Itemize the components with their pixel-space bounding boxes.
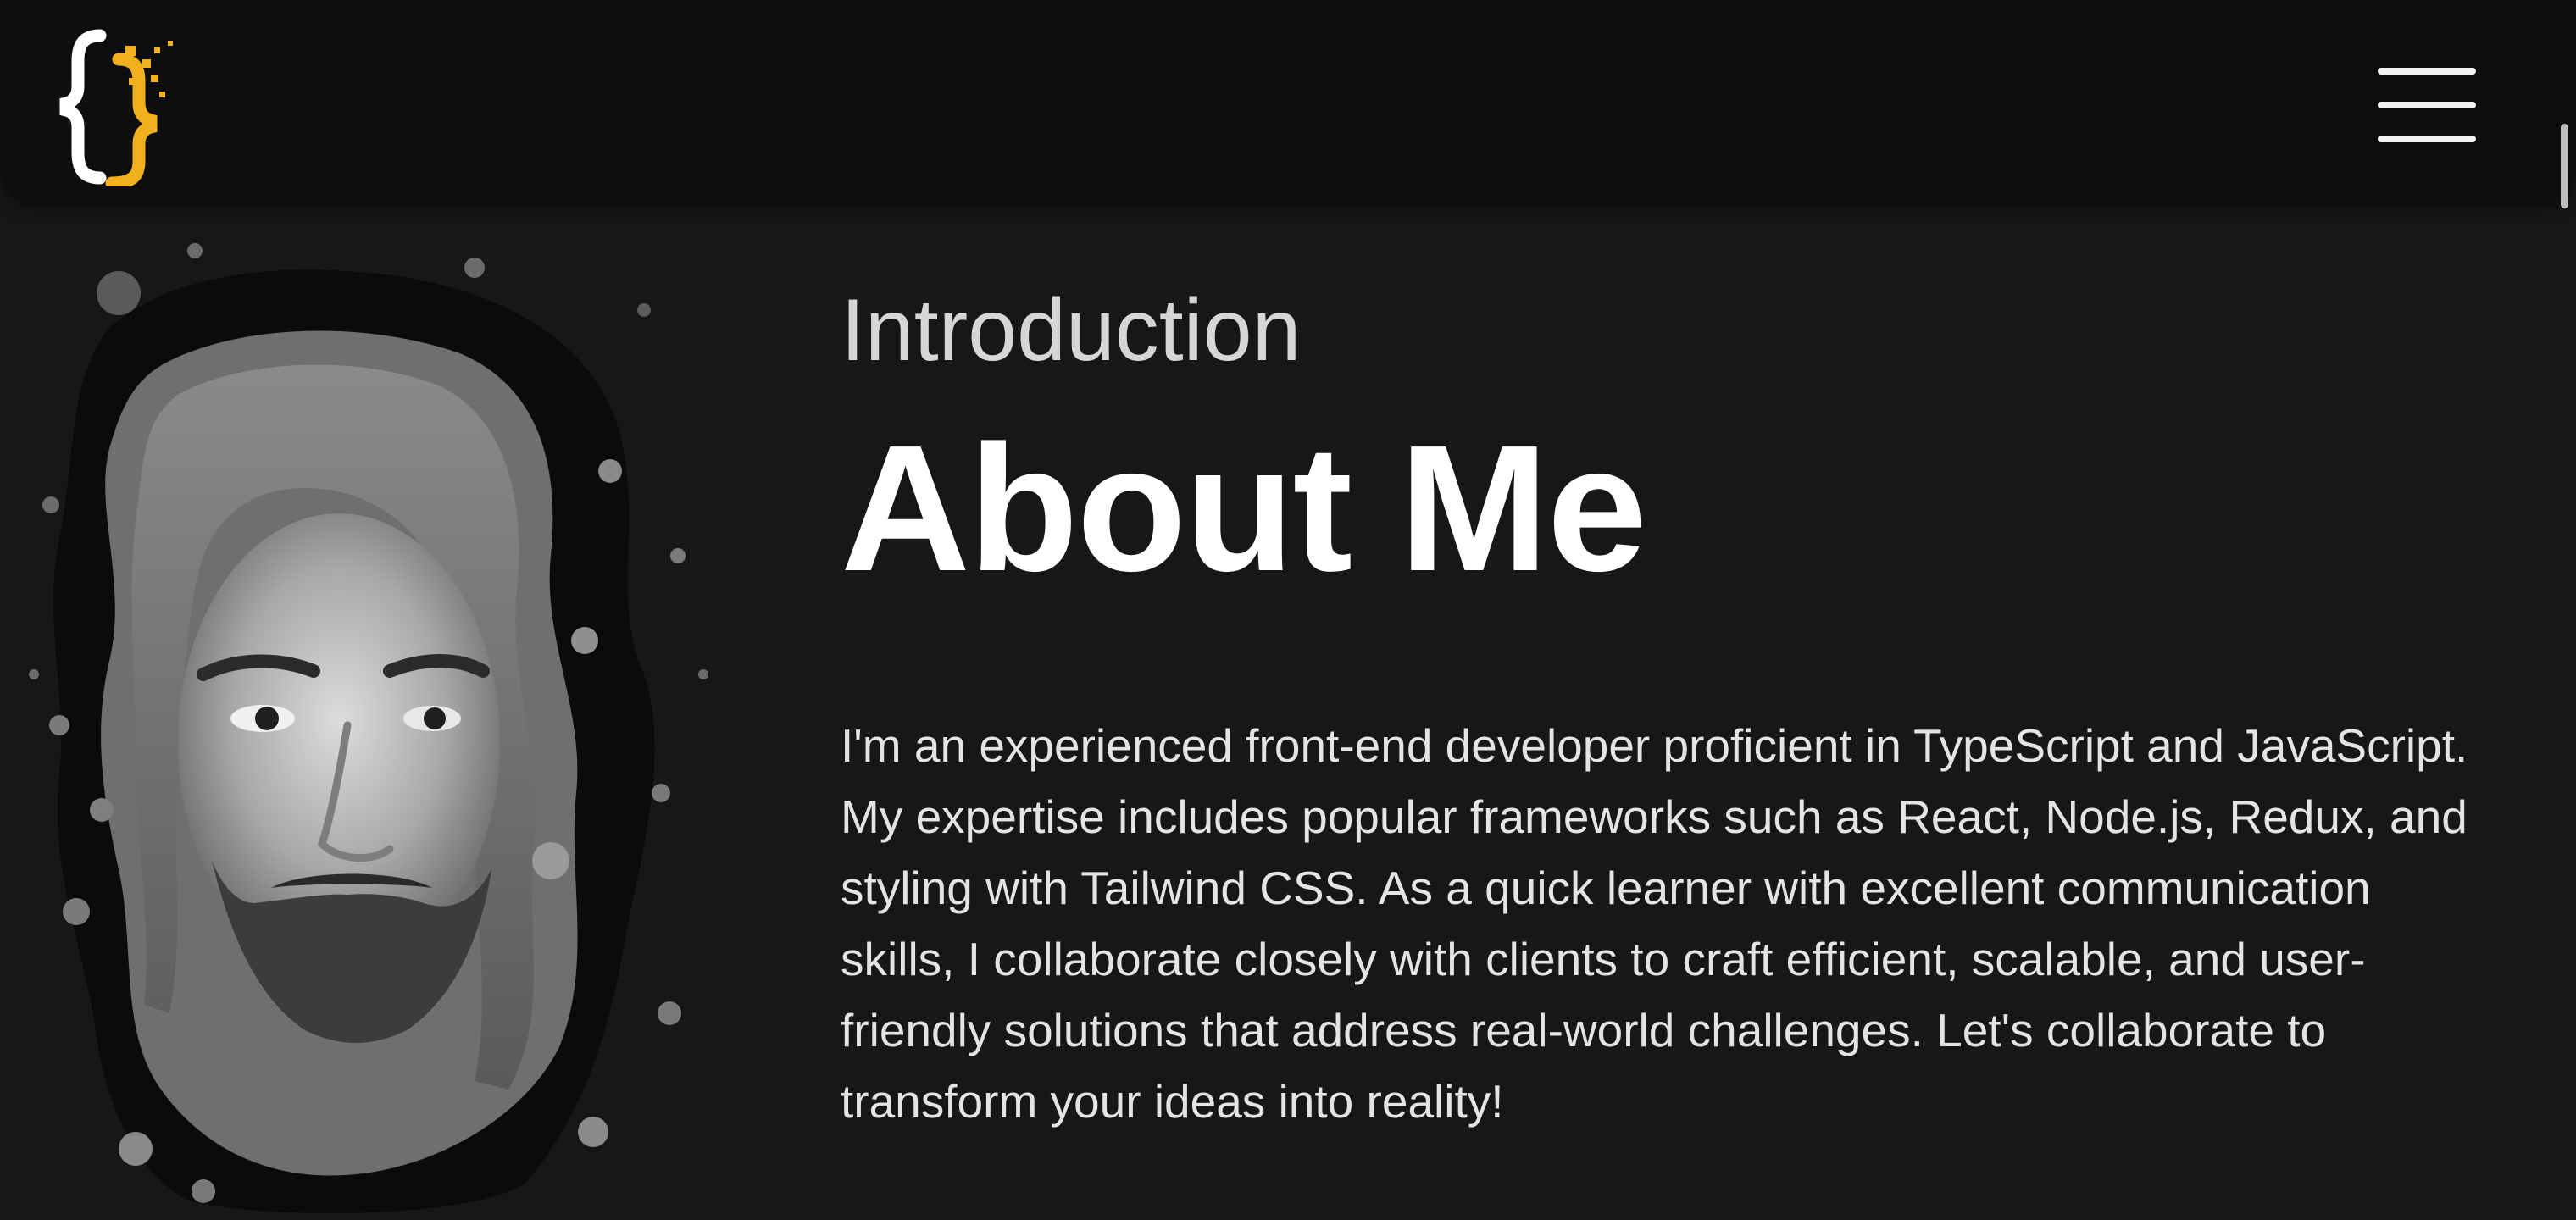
site-header — [0, 0, 2576, 200]
about-paragraph: I'm an experienced front-end developer p… — [841, 719, 2468, 1128]
logo-icon[interactable] — [59, 25, 186, 190]
hamburger-menu-icon[interactable] — [2364, 59, 2483, 152]
page-title: About Me — [841, 408, 1647, 608]
menu-bar-bottom — [2378, 136, 2476, 142]
menu-bar-middle — [2378, 102, 2476, 108]
about-section: Introduction About Me I'm an experienced… — [841, 280, 2476, 1137]
portrait-image — [0, 200, 746, 1220]
section-eyebrow: Introduction — [841, 281, 1302, 380]
scrollbar-thumb[interactable] — [2561, 124, 2568, 208]
page: Introduction About Me I'm an experienced… — [0, 0, 2576, 1220]
menu-bar-top — [2378, 68, 2476, 75]
